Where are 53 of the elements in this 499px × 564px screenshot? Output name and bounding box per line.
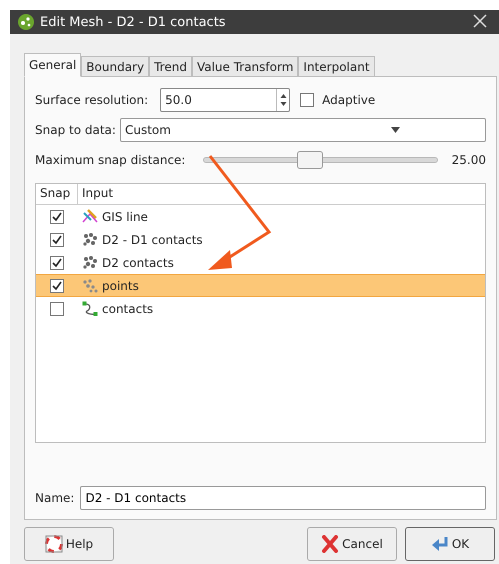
- spinner-arrows-icon: [280, 93, 287, 107]
- table-row[interactable]: contacts: [36, 297, 485, 320]
- input-name: D2 - D1 contacts: [102, 232, 203, 246]
- dot-cluster-icon: [82, 232, 98, 248]
- dot-cluster-icon: [82, 278, 98, 294]
- number-spinner[interactable]: 50.0: [160, 88, 290, 112]
- name-field[interactable]: D2 - D1 contacts: [80, 486, 486, 510]
- table-row[interactable]: points: [36, 274, 485, 297]
- tab[interactable]: Value Transform: [192, 56, 298, 76]
- dropdown-caret-icon: [390, 127, 400, 133]
- column-header: Snap: [36, 184, 78, 204]
- polyline-icon: [82, 300, 98, 316]
- snap-checkbox[interactable]: [50, 210, 64, 224]
- dot-cluster-icon: [82, 254, 98, 270]
- checkbox-label: Adaptive: [322, 93, 376, 107]
- snap-checkbox[interactable]: [50, 232, 64, 246]
- cancel-button[interactable]: Cancel: [307, 527, 397, 561]
- snap-checkbox[interactable]: [50, 302, 64, 316]
- tab[interactable]: General: [24, 53, 82, 77]
- input-name: points: [102, 278, 139, 292]
- gis-line-icon: [82, 208, 98, 224]
- checkmark-icon: [52, 258, 62, 268]
- field-label: Surface resolution:: [35, 93, 148, 107]
- app-logo-icon: [18, 14, 34, 30]
- table-row[interactable]: GIS line: [36, 205, 485, 228]
- table-row[interactable]: D2 contacts: [36, 251, 485, 274]
- snap-checkbox[interactable]: [50, 256, 64, 270]
- snap-checkbox[interactable]: [50, 278, 64, 292]
- window-title: Edit Mesh - D2 - D1 contacts: [40, 14, 227, 30]
- field-label: Name:: [35, 491, 74, 505]
- cross-icon: [321, 535, 340, 553]
- lifebuoy-icon: [44, 535, 63, 553]
- tab[interactable]: Boundary: [81, 56, 150, 76]
- help-button[interactable]: Help: [24, 527, 114, 561]
- tab[interactable]: Interpolant: [298, 56, 375, 76]
- input-name: GIS line: [102, 210, 148, 224]
- table-row[interactable]: D2 - D1 contacts: [36, 228, 485, 251]
- slider-label: Maximum snap distance:: [35, 153, 186, 167]
- tab[interactable]: Trend: [149, 56, 192, 76]
- field-label: Snap to data:: [35, 123, 116, 137]
- enter-arrow-icon: [430, 535, 449, 553]
- slider-value: 25.00: [452, 153, 486, 167]
- ok-button[interactable]: OK: [405, 527, 495, 561]
- checkmark-icon: [52, 280, 62, 290]
- input-name: contacts: [102, 302, 154, 316]
- input-name: D2 contacts: [102, 256, 174, 270]
- close-icon: [473, 14, 487, 28]
- column-header: Input: [81, 185, 114, 202]
- checkmark-icon: [52, 234, 62, 244]
- slider-thumb[interactable]: [296, 151, 323, 169]
- snap-dropdown[interactable]: Custom: [120, 118, 486, 142]
- adaptive-checkbox[interactable]: [300, 93, 314, 107]
- checkmark-icon: [52, 212, 62, 222]
